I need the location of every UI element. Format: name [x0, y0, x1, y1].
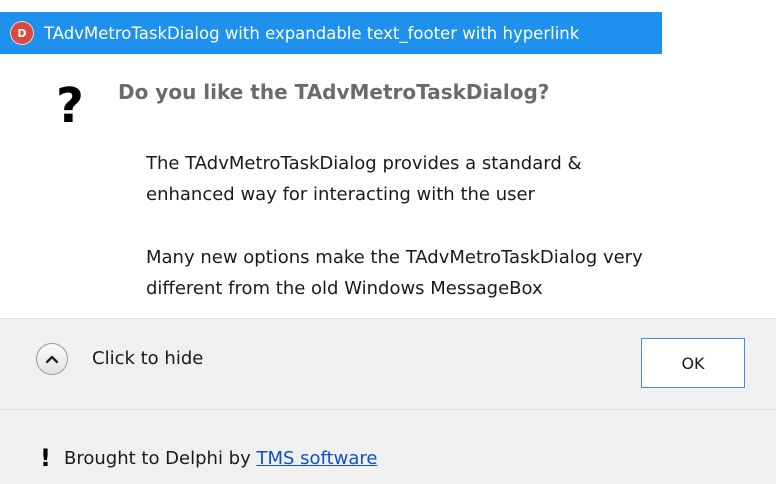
footer-text: Brought to Delphi by TMS software	[64, 448, 377, 469]
content-text: The TAdvMetroTaskDialog provides a stand…	[146, 148, 643, 336]
exclamation-icon: !	[40, 444, 51, 472]
task-dialog: D TAdvMetroTaskDialog with expandable te…	[0, 0, 776, 484]
content-line-4: different from the old Windows MessageBo…	[146, 278, 543, 299]
question-icon: ?	[56, 78, 84, 134]
expand-label[interactable]: Click to hide	[92, 343, 203, 375]
window-title: TAdvMetroTaskDialog with expandable text…	[44, 23, 580, 43]
content-paragraph-1: The TAdvMetroTaskDialog provides a stand…	[146, 148, 643, 210]
button-area: Click to hide OK	[0, 318, 776, 410]
ok-button[interactable]: OK	[641, 338, 745, 388]
expand-collapse-button[interactable]	[36, 343, 68, 375]
footer: ! Brought to Delphi by TMS software	[0, 410, 776, 484]
content-line-1: The TAdvMetroTaskDialog provides a stand…	[146, 153, 582, 174]
main-instruction: Do you like the TAdvMetroTaskDialog?	[118, 80, 550, 104]
title-bar[interactable]: D TAdvMetroTaskDialog with expandable te…	[0, 12, 662, 54]
content-paragraph-2: Many new options make the TAdvMetroTaskD…	[146, 242, 643, 304]
content-line-2: enhanced way for interacting with the us…	[146, 184, 535, 205]
tms-software-link[interactable]: TMS software	[256, 448, 377, 469]
chevron-up-icon	[45, 355, 59, 364]
delphi-app-icon: D	[10, 21, 34, 45]
footer-label: Brought to Delphi by	[64, 448, 257, 469]
content-line-3: Many new options make the TAdvMetroTaskD…	[146, 247, 643, 268]
